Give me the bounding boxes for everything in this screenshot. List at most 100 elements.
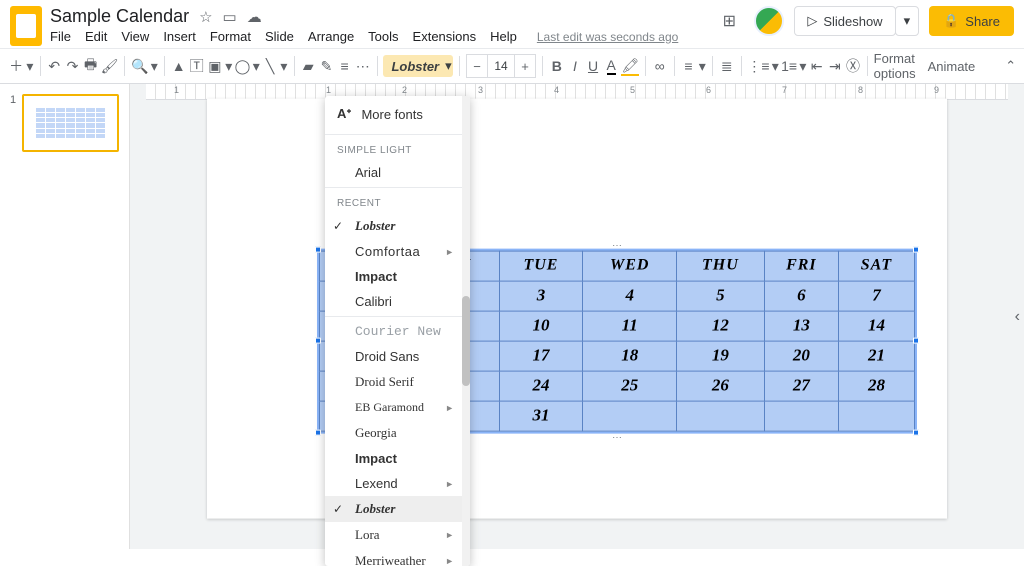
bullet-dropdown[interactable]: ▾ xyxy=(772,53,779,79)
paint-format-button[interactable]: 🖌 xyxy=(101,53,119,79)
highlight-button[interactable]: 🖍 xyxy=(621,53,639,79)
selection-handle[interactable] xyxy=(315,338,321,344)
calendar-cell[interactable]: 21 xyxy=(838,341,914,371)
selection-handle[interactable] xyxy=(315,246,321,252)
font-option-lexend[interactable]: Lexend► xyxy=(325,471,462,496)
calendar-header-cell[interactable]: THU xyxy=(677,251,765,281)
dropdown-scrollbar[interactable] xyxy=(462,96,470,566)
font-option-eb-garamond[interactable]: EB Garamond► xyxy=(325,395,462,420)
menu-file[interactable]: File xyxy=(50,29,71,44)
underline-button[interactable]: U xyxy=(585,53,601,79)
calendar-cell[interactable] xyxy=(677,401,765,431)
redo-button[interactable]: ↷ xyxy=(64,53,80,79)
line-spacing-button[interactable]: ≣ xyxy=(719,53,735,79)
calendar-header-cell[interactable]: SAT xyxy=(838,251,914,281)
menu-format[interactable]: Format xyxy=(210,29,251,44)
calendar-cell[interactable]: 17 xyxy=(499,341,583,371)
more-fonts-option[interactable]: Aᐩ More fonts xyxy=(325,96,462,132)
expand-panel-icon[interactable]: ‹ xyxy=(1015,308,1020,326)
number-list-button[interactable]: 1≡ xyxy=(781,53,797,79)
line-tool[interactable]: ╲ xyxy=(262,53,278,79)
text-color-button[interactable]: A xyxy=(603,53,619,79)
zoom-dropdown[interactable]: ▾ xyxy=(150,53,157,79)
textbox-tool[interactable]: 🅃 xyxy=(189,53,205,79)
menu-extensions[interactable]: Extensions xyxy=(413,29,477,44)
calendar-cell[interactable]: 7 xyxy=(838,281,914,311)
crop-handle-top-icon[interactable]: ⋯ xyxy=(612,240,622,251)
selection-handle[interactable] xyxy=(913,246,919,252)
calendar-cell[interactable]: 11 xyxy=(583,311,677,341)
border-color-button[interactable]: ✎ xyxy=(318,53,334,79)
increase-font-button[interactable]: + xyxy=(514,54,536,78)
slide-thumbnail[interactable] xyxy=(22,94,119,152)
calendar-cell[interactable]: 12 xyxy=(677,311,765,341)
star-icon[interactable]: ☆ xyxy=(199,8,212,26)
calendar-cell[interactable]: 25 xyxy=(583,371,677,401)
selection-handle[interactable] xyxy=(913,338,919,344)
menu-view[interactable]: View xyxy=(121,29,149,44)
fill-color-button[interactable]: ▰ xyxy=(300,53,316,79)
menu-insert[interactable]: Insert xyxy=(163,29,196,44)
canvas-area[interactable]: 1123456789 ⋯ SUNMONTUEWEDTHUFRISAT123456… xyxy=(130,84,1024,549)
calendar-cell[interactable]: 14 xyxy=(838,311,914,341)
share-button[interactable]: 🔒 Share xyxy=(929,6,1014,36)
font-option-lobster[interactable]: ✓Lobster xyxy=(325,213,462,239)
calendar-cell[interactable]: 18 xyxy=(583,341,677,371)
font-option-lora[interactable]: Lora► xyxy=(325,522,462,548)
link-button[interactable]: ∞ xyxy=(652,53,668,79)
zoom-button[interactable]: 🔍 xyxy=(131,53,148,79)
indent-button[interactable]: ⇥ xyxy=(827,53,843,79)
calendar-cell[interactable]: 13 xyxy=(764,311,838,341)
calendar-header-cell[interactable]: FRI xyxy=(764,251,838,281)
calendar-cell[interactable]: 19 xyxy=(677,341,765,371)
calendar-cell[interactable]: 28 xyxy=(838,371,914,401)
last-edit-label[interactable]: Last edit was seconds ago xyxy=(537,30,678,44)
menu-edit[interactable]: Edit xyxy=(85,29,107,44)
decrease-font-button[interactable]: − xyxy=(466,54,488,78)
shape-tool[interactable]: ◯ xyxy=(234,53,250,79)
calendar-cell[interactable]: 3 xyxy=(499,281,583,311)
font-family-select[interactable]: Lobster ▾ xyxy=(383,55,453,77)
slide-canvas[interactable]: ⋯ SUNMONTUEWEDTHUFRISAT12345678910111213… xyxy=(207,98,947,518)
calendar-header-cell[interactable]: TUE xyxy=(499,251,583,281)
font-option-impact[interactable]: Impact xyxy=(325,264,462,289)
font-option-impact[interactable]: Impact xyxy=(325,446,462,471)
selection-handle[interactable] xyxy=(315,429,321,435)
shape-dropdown[interactable]: ▾ xyxy=(253,53,260,79)
calendar-header-cell[interactable]: WED xyxy=(583,251,677,281)
slideshow-dropdown[interactable]: ▾ xyxy=(895,6,920,36)
meet-icon[interactable] xyxy=(754,6,784,36)
bold-button[interactable]: B xyxy=(549,53,565,79)
undo-button[interactable]: ↶ xyxy=(46,53,62,79)
print-button[interactable]: 🖶 xyxy=(83,53,99,79)
font-option-droid-sans[interactable]: Droid Sans xyxy=(325,344,462,369)
calendar-cell[interactable]: 10 xyxy=(499,311,583,341)
font-option-lobster[interactable]: ✓Lobster xyxy=(325,496,462,522)
menu-tools[interactable]: Tools xyxy=(368,29,398,44)
border-dash-button[interactable]: ⋯ xyxy=(355,53,371,79)
new-slide-dropdown[interactable]: ▾ xyxy=(26,53,33,79)
calendar-cell[interactable] xyxy=(838,401,914,431)
calendar-cell[interactable]: 5 xyxy=(677,281,765,311)
font-option-droid-serif[interactable]: Droid Serif xyxy=(325,369,462,395)
font-option-georgia[interactable]: Georgia xyxy=(325,420,462,446)
line-dropdown[interactable]: ▾ xyxy=(280,53,287,79)
move-icon[interactable]: ▭ xyxy=(223,8,237,26)
font-option-arial[interactable]: Arial xyxy=(325,160,462,185)
font-option-comfortaa[interactable]: Comfortaa► xyxy=(325,239,462,264)
select-tool[interactable]: ▲ xyxy=(171,53,187,79)
font-size-input[interactable]: 14 xyxy=(487,54,515,78)
selection-handle[interactable] xyxy=(913,429,919,435)
animate-button[interactable]: Animate xyxy=(928,59,976,74)
font-option-courier-new[interactable]: Courier New xyxy=(325,319,462,344)
italic-button[interactable]: I xyxy=(567,53,583,79)
new-slide-button[interactable]: ＋ xyxy=(8,53,24,79)
border-weight-button[interactable]: ≡ xyxy=(337,53,353,79)
font-option-calibri[interactable]: Calibri xyxy=(325,289,462,314)
calendar-cell[interactable]: 20 xyxy=(764,341,838,371)
menu-slide[interactable]: Slide xyxy=(265,29,294,44)
doc-title[interactable]: Sample Calendar xyxy=(50,6,189,27)
calendar-cell[interactable]: 24 xyxy=(499,371,583,401)
outdent-button[interactable]: ⇤ xyxy=(809,53,825,79)
calendar-cell[interactable] xyxy=(583,401,677,431)
